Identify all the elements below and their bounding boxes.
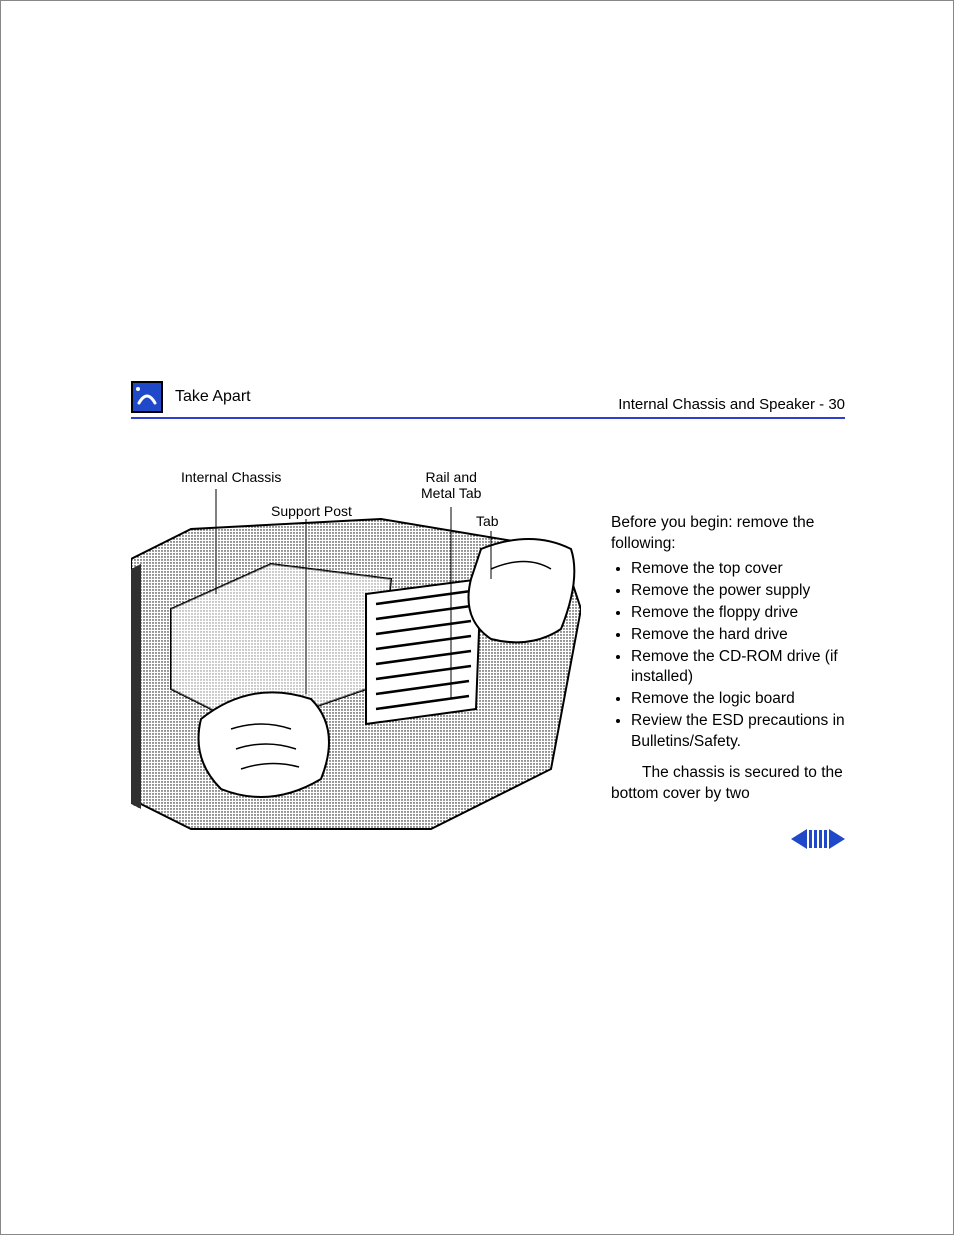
intro-paragraph: Before you begin: remove the following: <box>611 513 845 555</box>
content-area: Take Apart Internal Chassis and Speaker … <box>131 381 845 839</box>
callout-tab: Tab <box>476 513 499 529</box>
prep-steps-list: Remove the top cover Remove the power su… <box>611 559 845 753</box>
text-column-wrap: Before you begin: remove the following: … <box>611 469 845 809</box>
callout-rail-metal-tab: Rail and Metal Tab <box>421 469 481 501</box>
page-reference: Internal Chassis and Speaker - 30 <box>618 396 845 413</box>
tail-paragraph: The chassis is secured to the bottom cov… <box>611 763 845 805</box>
list-item: Remove the floppy drive <box>631 603 845 624</box>
list-item: Remove the CD-ROM drive (if installed) <box>631 647 845 689</box>
list-item: Remove the logic board <box>631 689 845 710</box>
text-column: Before you begin: remove the following: … <box>611 469 845 805</box>
header-left: Take Apart <box>131 381 251 413</box>
chassis-diagram-svg <box>131 469 581 839</box>
list-item: Remove the power supply <box>631 581 845 602</box>
next-page-icon[interactable] <box>829 829 845 849</box>
callout-internal-chassis: Internal Chassis <box>181 469 281 485</box>
section-title: Take Apart <box>175 388 251 406</box>
page: Take Apart Internal Chassis and Speaker … <box>0 0 954 1235</box>
list-item: Remove the top cover <box>631 559 845 580</box>
illustration: Internal Chassis Support Post Rail and M… <box>131 469 581 839</box>
list-item: Review the ESD precautions in Bulletins/… <box>631 711 845 753</box>
callout-support-post: Support Post <box>271 503 352 519</box>
header-bar: Take Apart Internal Chassis and Speaker … <box>131 381 845 419</box>
body-columns: Internal Chassis Support Post Rail and M… <box>131 469 845 839</box>
page-index-icon[interactable] <box>809 830 827 848</box>
service-logo-icon <box>131 381 163 413</box>
page-nav <box>791 829 845 849</box>
prev-page-icon[interactable] <box>791 829 807 849</box>
list-item: Remove the hard drive <box>631 625 845 646</box>
